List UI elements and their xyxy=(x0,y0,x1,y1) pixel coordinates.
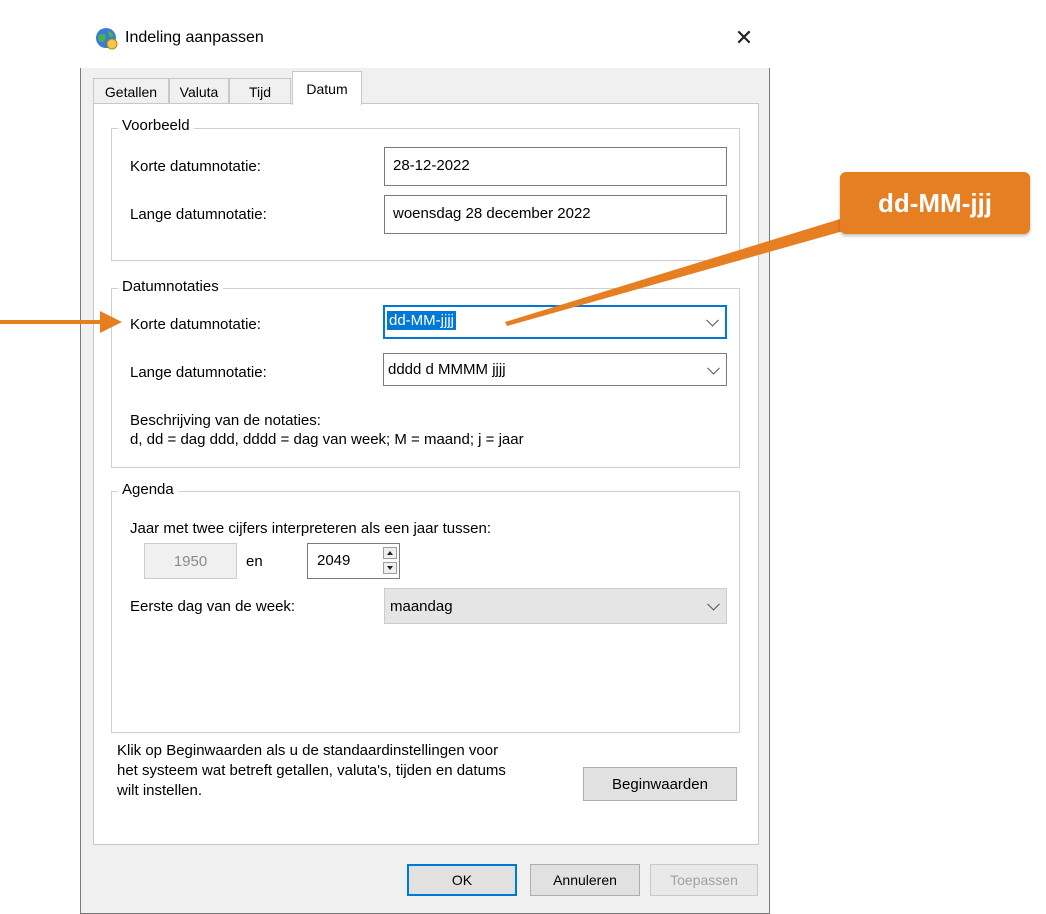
tab-label: Datum xyxy=(306,80,348,97)
annotation-overlay xyxy=(0,216,854,333)
callout-badge: dd-MM-jjj xyxy=(840,172,1030,234)
tab-datum[interactable]: Datum xyxy=(292,71,362,105)
callout-pointer xyxy=(505,216,854,326)
arrow-right-icon xyxy=(100,311,122,333)
